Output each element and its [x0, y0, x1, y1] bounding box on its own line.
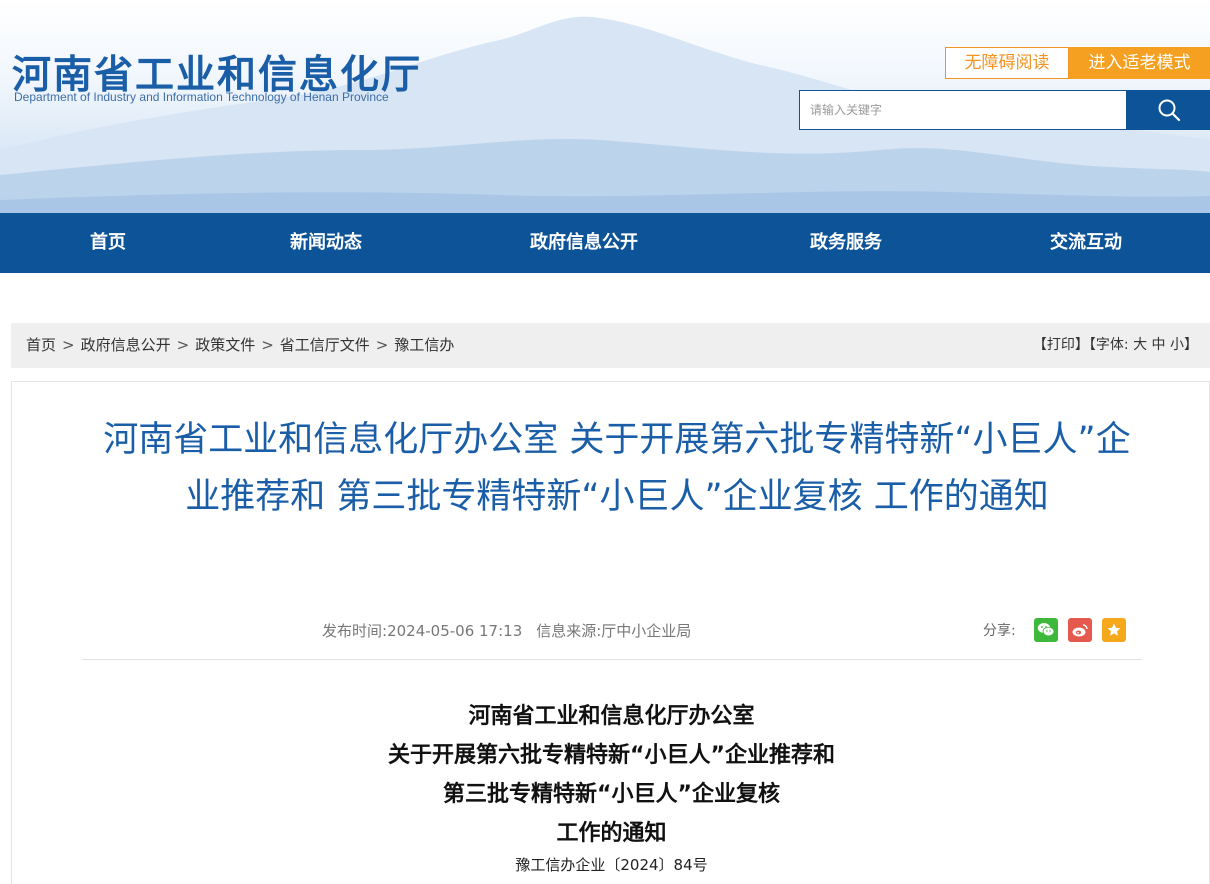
font-medium-button[interactable]: 中	[1152, 337, 1166, 353]
font-large-button[interactable]: 大	[1133, 337, 1147, 353]
breadcrumb-separator: >	[261, 336, 274, 354]
weibo-glyph	[1072, 624, 1088, 637]
breadcrumb-dept-docs[interactable]: 省工信厅文件	[280, 336, 370, 354]
breadcrumb-gov-info[interactable]: 政府信息公开	[81, 336, 171, 354]
title-divider	[82, 659, 1142, 660]
breadcrumb: 首页 > 政府信息公开 > 政策文件 > 省工信厅文件 > 豫工信办	[26, 323, 454, 368]
star-glyph	[1107, 623, 1121, 636]
search-icon	[1158, 99, 1180, 122]
search-box	[799, 90, 1127, 130]
font-small-button[interactable]: 小	[1170, 337, 1184, 353]
page-tools: 【打印】【字体: 大 中 小】	[1033, 323, 1198, 368]
nav-item-services[interactable]: 政务服务	[810, 213, 882, 273]
main-nav: 首页 新闻动态 政府信息公开 政务服务 交流互动	[0, 213, 1210, 273]
article-title: 河南省工业和信息化厅办公室 关于开展第六批专精特新“小巨人”企业推荐和 第三批专…	[103, 420, 1131, 517]
breadcrumb-separator: >	[375, 336, 389, 354]
doc-number: 豫工信办企业〔2024〕84号	[515, 856, 708, 874]
breadcrumb-separator: >	[176, 336, 190, 354]
publish-time-label: 发布时间:	[322, 622, 388, 640]
search-button[interactable]	[1127, 90, 1210, 130]
doc-title-line-2: 关于开展第六批专精特新“小巨人”企业推荐和	[388, 743, 835, 768]
breadcrumb-current[interactable]: 豫工信办	[394, 336, 454, 354]
site-logo-subtitle: Department of Industry and Information T…	[14, 90, 389, 104]
nav-item-interaction[interactable]: 交流互动	[1050, 213, 1122, 273]
weibo-icon[interactable]	[1068, 618, 1092, 642]
breadcrumb-home[interactable]: 首页	[26, 336, 56, 354]
wechat-glyph	[1037, 623, 1055, 637]
source-value: 厅中小企业局	[601, 622, 692, 640]
breadcrumb-bar: 首页 > 政府信息公开 > 政策文件 > 省工信厅文件 > 豫工信办 【打印】【字体: 大 中 …	[11, 323, 1210, 368]
font-size-close: 】	[1184, 337, 1198, 353]
doc-title-line-1: 河南省工业和信息化厅办公室	[468, 704, 755, 729]
source-label: 信息来源:	[536, 622, 602, 640]
share-label: 分享:	[983, 623, 1016, 639]
doc-title-line-4: 工作的通知	[556, 821, 667, 846]
nav-item-news[interactable]: 新闻动态	[290, 213, 362, 273]
elder-mode-button[interactable]: 进入适老模式	[1069, 47, 1210, 79]
breadcrumb-separator: >	[62, 336, 75, 354]
nav-item-home[interactable]: 首页	[90, 213, 126, 273]
article-panel: 河南省工业和信息化厅办公室 关于开展第六批专精特新“小巨人”企业推荐和 第三批专…	[11, 381, 1210, 884]
accessibility-reading-button[interactable]: 无障碍阅读	[945, 47, 1069, 79]
publish-time: 2024-05-06 17:13	[387, 622, 523, 640]
search-input[interactable]	[800, 91, 1126, 129]
breadcrumb-policy[interactable]: 政策文件	[195, 336, 255, 354]
nav-item-gov-info[interactable]: 政府信息公开	[530, 213, 638, 273]
print-button[interactable]: 【打印】	[1033, 337, 1089, 353]
article-meta: 发布时间:2024-05-06 17:13 信息来源:厅中小企业局	[322, 620, 691, 641]
font-size-label: 【字体:	[1088, 337, 1129, 353]
favorite-icon[interactable]	[1102, 618, 1126, 642]
doc-title-line-3: 第三批专精特新“小巨人”企业复核	[443, 782, 780, 807]
wechat-icon[interactable]	[1034, 618, 1058, 642]
